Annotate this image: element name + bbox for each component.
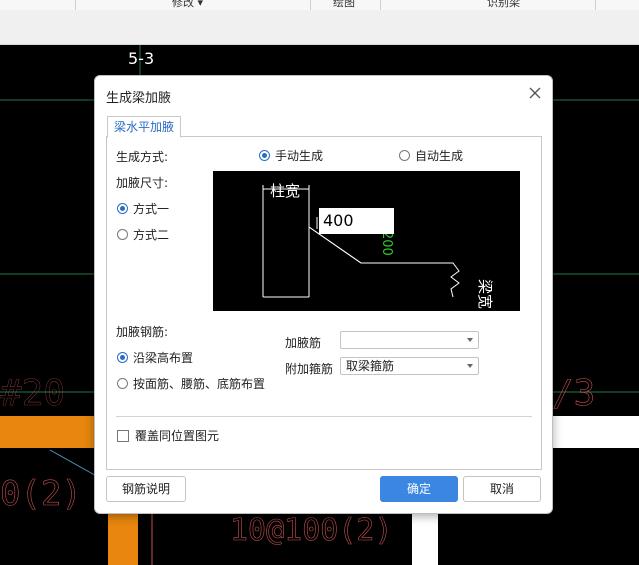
tab-panel: 生成方式: 手动生成 自动生成 加腋尺寸: 方式一 方式二 柱宽 梁宽 200 … [106, 136, 542, 470]
radio-manual-generate[interactable]: 手动生成 [259, 147, 323, 164]
ribbon-item-identify-beam[interactable]: 识别梁 [487, 0, 520, 10]
stirrup-label: 附加箍筋 [285, 362, 334, 376]
stirrup-select[interactable]: 取梁箍筋 [340, 357, 479, 375]
generation-mode-label: 生成方式: [116, 150, 169, 164]
radio-icon [399, 150, 410, 161]
haunch-preview-diagram: 柱宽 梁宽 200 [213, 171, 520, 311]
checkbox-icon [117, 429, 129, 442]
ribbon-separator [75, 0, 76, 10]
chevron-down-icon [467, 364, 473, 368]
close-icon[interactable] [526, 84, 544, 102]
haunch-bar-label: 加腋筋 [285, 336, 322, 350]
radio-selected-icon [117, 352, 128, 363]
tab-horizontal-haunch[interactable]: 梁水平加腋 [107, 116, 182, 138]
haunch-depth-value: 200 [379, 231, 394, 256]
overwrite-checkbox[interactable]: 覆盖同位置图元 [117, 427, 219, 444]
radio-by-face-waist-bottom[interactable]: 按面筋、腰筋、底筋布置 [117, 375, 265, 392]
radio-auto-generate[interactable]: 自动生成 [399, 147, 463, 164]
radio-selected-icon [259, 150, 270, 161]
haunch-rebar-label: 加腋钢筋: [116, 325, 169, 339]
haunch-size-label: 加腋尺寸: [116, 176, 169, 190]
radio-icon [117, 229, 128, 240]
cad-text-rebar: 10@100(2) [230, 513, 393, 548]
column-shape [412, 512, 438, 565]
haunch-length-input[interactable]: 400 [319, 208, 394, 234]
beam-shape [552, 416, 639, 448]
beam-shape [108, 512, 138, 565]
ribbon-separator [310, 0, 311, 10]
cad-text-rebar: #20 [0, 373, 65, 414]
cad-text-rebar: /3 [552, 373, 595, 414]
grid-label: 5-3 [128, 49, 154, 68]
ok-button[interactable]: 确定 [380, 476, 458, 502]
generate-haunch-dialog: 生成梁加腋 梁水平加腋 生成方式: 手动生成 自动生成 加腋尺寸: 方式一 方式… [94, 75, 553, 514]
haunch-bar-select[interactable] [340, 331, 479, 349]
beam-width-label: 梁宽 [476, 279, 494, 309]
ribbon-separator [595, 0, 596, 10]
divider [116, 416, 532, 417]
ribbon-item-draw[interactable]: 绘图 [333, 0, 355, 10]
chevron-down-icon [467, 338, 473, 342]
column-width-label: 柱宽 [270, 182, 300, 200]
toolbar-strip [0, 10, 639, 45]
radio-selected-icon [117, 203, 128, 214]
ribbon-item-modify[interactable]: 修改 ▾ [172, 0, 203, 10]
radio-along-beam-height[interactable]: 沿梁高布置 [117, 349, 193, 366]
cad-text-rebar: 0(2) [0, 474, 82, 514]
cancel-button[interactable]: 取消 [463, 476, 541, 502]
radio-size-option-1[interactable]: 方式一 [117, 200, 169, 217]
dialog-title: 生成梁加腋 [106, 91, 172, 106]
radio-icon [117, 378, 128, 389]
radio-size-option-2[interactable]: 方式二 [117, 226, 169, 243]
rebar-help-button[interactable]: 钢筋说明 [106, 476, 186, 502]
beam-shape [0, 416, 94, 448]
ribbon-separator [380, 0, 381, 10]
